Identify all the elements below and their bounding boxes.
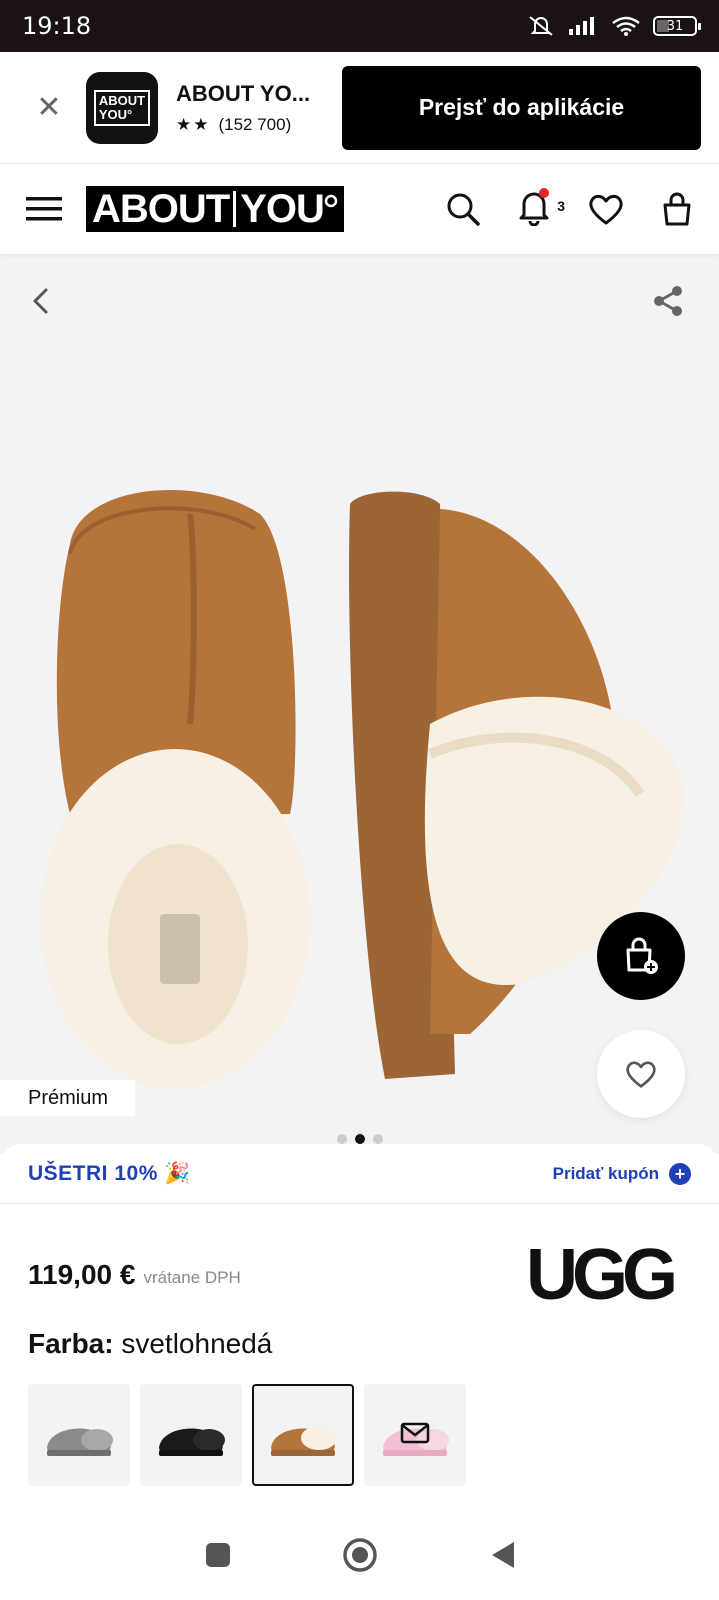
swatch-black-slipper — [159, 1428, 225, 1456]
add-coupon-label: Pridať kupón — [552, 1163, 659, 1183]
product-price: 119,00 € — [28, 1259, 136, 1290]
product-image — [40, 490, 684, 1089]
color-row: Farba: svetlohnedá — [28, 1328, 272, 1360]
color-label: Farba: — [28, 1328, 114, 1359]
status-icons: 31 — [527, 14, 701, 38]
swatch-chestnut-selected[interactable] — [252, 1384, 354, 1486]
swatch-chestnut-slipper — [271, 1426, 337, 1456]
battery-level: 31 — [666, 18, 684, 34]
swatch-grey[interactable] — [28, 1384, 130, 1486]
brand-logo-left: ABOUT — [92, 186, 230, 231]
open-app-button[interactable]: Prejsť do aplikácie — [342, 65, 701, 150]
gallery-dot[interactable] — [372, 1134, 383, 1144]
brand-logo-degree-icon — [324, 194, 338, 208]
gallery-dot[interactable] — [336, 1134, 347, 1144]
site-header: ABOUT YOU 3 — [0, 164, 719, 254]
signal-icon — [569, 17, 594, 35]
brand-logo-right: YOU — [240, 186, 325, 231]
color-swatches — [28, 1384, 466, 1486]
swatch-pink[interactable] — [364, 1384, 466, 1486]
bag-icon[interactable] — [661, 191, 693, 227]
coupon-text: UŠETRI 10% 🎉 — [28, 1161, 191, 1185]
notification-count: 3 — [557, 197, 565, 214]
gallery-pagination — [0, 1134, 719, 1144]
app-logo-line1: ABOUT — [98, 92, 146, 108]
brand-logo-ugg[interactable]: UGG — [526, 1237, 691, 1313]
price-row: 119,00 € vrátane DPH UGG — [28, 1237, 691, 1313]
vat-note: vrátane DPH — [143, 1268, 241, 1287]
app-logo-text: ABOUT YOU° — [93, 89, 151, 126]
swatch-black[interactable] — [140, 1384, 242, 1486]
notification-dot — [539, 187, 549, 198]
status-time: 19:18 — [22, 12, 92, 40]
recents-icon[interactable] — [204, 1541, 232, 1569]
product-gallery[interactable]: Prémium — [0, 254, 719, 1154]
rating-stars: ★★ — [176, 114, 211, 134]
rating-count: (152 700) — [218, 114, 292, 134]
app-logo-line2: YOU° — [98, 106, 133, 122]
system-nav-bar — [0, 1510, 719, 1600]
app-install-banner: ✕ ABOUT YOU° ABOUT YO... ★★ (152 700) Pr… — [0, 52, 719, 164]
battery-fill — [657, 20, 669, 32]
ugg-logo-text: UGG — [526, 1237, 674, 1313]
bag-add-icon — [626, 937, 658, 974]
color-value: svetlohnedá — [121, 1328, 273, 1359]
plus-circle-icon: + — [669, 1162, 691, 1185]
premium-badge: Prémium — [0, 1080, 135, 1116]
hamburger-menu-icon[interactable] — [26, 195, 62, 223]
add-coupon-button[interactable]: Pridať kupón + — [552, 1162, 691, 1185]
brand-logo[interactable]: ABOUT YOU — [86, 186, 344, 232]
back-icon[interactable] — [488, 1540, 516, 1570]
mute-icon — [529, 16, 553, 36]
app-rating: ★★ (152 700) — [176, 115, 318, 135]
app-info: ABOUT YO... ★★ (152 700) — [176, 81, 318, 135]
add-to-wishlist-button[interactable] — [597, 1030, 685, 1118]
app-name: ABOUT YO... — [176, 80, 311, 106]
wifi-icon — [612, 16, 640, 36]
mail-icon — [400, 1422, 430, 1444]
app-logo: ABOUT YOU° — [86, 71, 158, 144]
status-bar: 19:18 31 — [0, 0, 719, 52]
battery-indicator: 31 — [653, 16, 701, 36]
header-actions: 3 — [445, 187, 693, 231]
swatch-grey-slipper — [47, 1428, 113, 1456]
home-icon[interactable] — [342, 1537, 378, 1573]
add-to-bag-button[interactable] — [597, 912, 685, 1000]
close-banner-icon[interactable]: ✕ — [34, 90, 64, 125]
brand-logo-separator — [233, 191, 237, 227]
gallery-dot-active[interactable] — [354, 1134, 365, 1144]
heart-outline-icon — [626, 1061, 656, 1088]
coupon-bar: UŠETRI 10% 🎉 Pridať kupón + — [0, 1144, 719, 1204]
heart-icon[interactable] — [587, 192, 625, 226]
notifications-button[interactable]: 3 — [517, 187, 565, 231]
search-icon[interactable] — [445, 191, 481, 227]
